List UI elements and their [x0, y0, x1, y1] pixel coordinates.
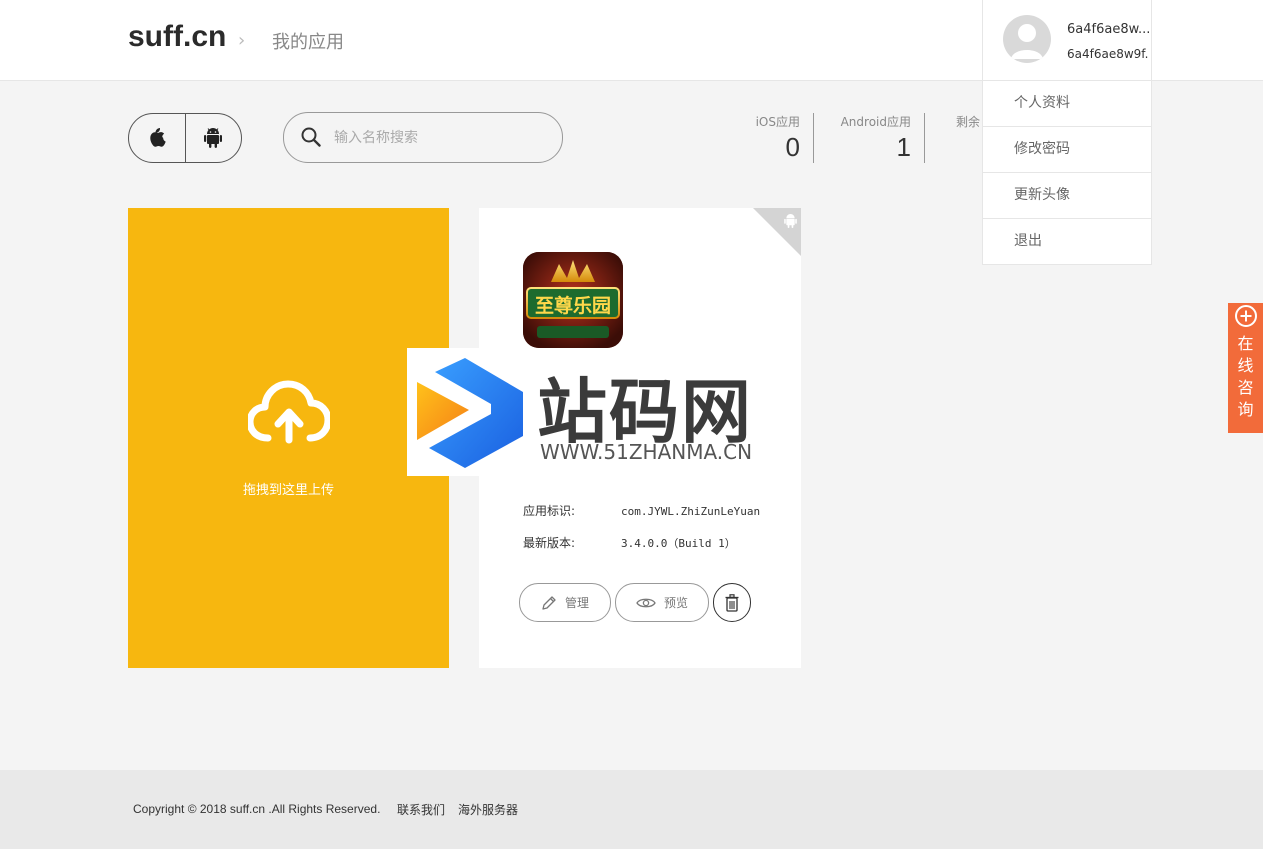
- upload-label: 拖拽到这里上传: [242, 483, 334, 498]
- user-name: 6a4f6ae8w...: [1067, 22, 1149, 37]
- version-row: 最新版本: 3.4.0.0（Build 1）: [523, 534, 736, 551]
- manage-label: 管理: [564, 596, 589, 610]
- android-count-label: Android应用: [840, 115, 911, 129]
- stat-divider: [813, 113, 814, 163]
- footer-link-contact[interactable]: 联系我们: [397, 801, 445, 818]
- delete-button[interactable]: [713, 583, 751, 622]
- preview-label: 预览: [663, 596, 688, 610]
- trash-icon: [725, 593, 739, 612]
- version-label: 最新版本:: [523, 536, 576, 550]
- android-app-count: Android应用 1: [830, 113, 911, 163]
- android-filter-button[interactable]: [184, 114, 242, 162]
- apple-icon: [150, 128, 166, 147]
- avatar[interactable]: [1003, 15, 1051, 63]
- cloud-upload-icon: [248, 380, 330, 444]
- android-count-value: 1: [896, 132, 911, 162]
- menu-item-change-password[interactable]: 修改密码: [983, 127, 1151, 173]
- remaining-count: 剩余: [940, 113, 980, 163]
- version-value: 3.4.0.0（Build 1）: [621, 537, 736, 550]
- platform-filter: [128, 113, 242, 163]
- upload-dropzone[interactable]: 拖拽到这里上传: [128, 208, 449, 668]
- search-input[interactable]: [332, 125, 546, 151]
- preview-button[interactable]: 预览: [615, 583, 709, 622]
- user-header[interactable]: 6a4f6ae8w... 6a4f6ae8w9f...: [983, 0, 1151, 81]
- copyright: Copyright © 2018 suff.cn .All Rights Res…: [133, 802, 381, 816]
- user-id: 6a4f6ae8w9f...: [1067, 47, 1149, 61]
- bundle-id-value: com.JYWL.ZhiZunLeYuan: [621, 505, 761, 518]
- ios-app-count: iOS应用 0: [740, 113, 800, 163]
- online-consult-button[interactable]: 在线咨询: [1228, 303, 1263, 433]
- consult-label: 在线咨询: [1237, 334, 1254, 419]
- user-dropdown: 6a4f6ae8w... 6a4f6ae8w9f... 个人资料 修改密码 更新…: [982, 0, 1152, 265]
- search-icon: [301, 127, 321, 147]
- search-box: [283, 112, 563, 163]
- breadcrumb-separator: ›: [238, 30, 246, 51]
- breadcrumb-my-apps[interactable]: 我的应用: [272, 28, 344, 54]
- ios-count-value: 0: [785, 132, 800, 162]
- watermark: 站码网 WWW.51ZHANMA.CN: [407, 348, 793, 476]
- stat-divider: [924, 113, 925, 163]
- app-icon-text: 至尊乐园: [534, 295, 611, 317]
- menu-item-update-avatar[interactable]: 更新头像: [983, 173, 1151, 219]
- site-logo[interactable]: suff.cn: [128, 20, 226, 54]
- plus-icon: [1235, 305, 1257, 327]
- footer-link-overseas-server[interactable]: 海外服务器: [458, 801, 518, 818]
- remaining-label: 剩余: [956, 115, 981, 129]
- watermark-url: WWW.51ZHANMA.CN: [540, 440, 753, 464]
- eye-icon: [636, 598, 656, 607]
- menu-item-logout[interactable]: 退出: [983, 219, 1151, 264]
- manage-button[interactable]: 管理: [519, 583, 611, 622]
- ios-filter-button[interactable]: [129, 114, 185, 162]
- android-icon: [784, 214, 797, 228]
- bundle-id-row: 应用标识: com.JYWL.ZhiZunLeYuan: [523, 502, 760, 519]
- android-icon: [204, 128, 223, 148]
- footer: Copyright © 2018 suff.cn .All Rights Res…: [0, 770, 1263, 849]
- menu-item-profile[interactable]: 个人资料: [983, 81, 1151, 127]
- ios-count-label: iOS应用: [755, 115, 800, 129]
- bundle-id-label: 应用标识:: [523, 504, 576, 518]
- watermark-logo-icon: [417, 358, 523, 468]
- edit-icon: [542, 595, 556, 610]
